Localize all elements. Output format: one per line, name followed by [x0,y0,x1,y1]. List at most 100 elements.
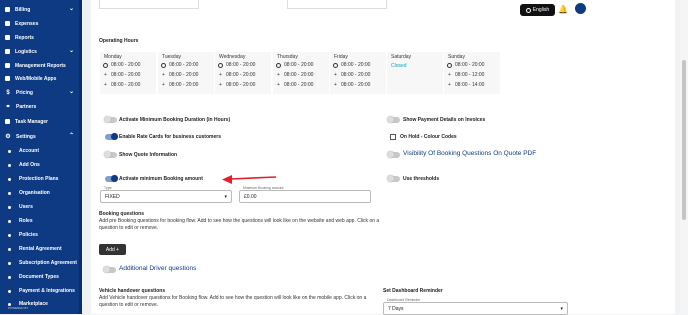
language-label: English [532,7,550,13]
sidebar-item-settings[interactable]: ⚙ Settings ⌃ [0,130,82,143]
plus-icon: + [448,82,451,88]
time-slot: 08:00 - 20:00 [226,82,256,88]
management-reports-icon [5,63,10,68]
sidebar-item-label: Reports [15,34,34,41]
scrollbar-thumb[interactable] [682,60,686,220]
sidebar-item-label: Expenses [15,20,39,27]
visibility-questions-toggle[interactable] [387,151,400,158]
clock-icon [276,62,281,68]
min-duration-toggle[interactable] [104,116,117,123]
dashboard-reminder-label: Dashboard Reminder [386,298,422,302]
sidebar-item-billing[interactable]: Billing ⌄ [0,3,82,16]
sidebar-subitem-payment-integrations[interactable]: Payment & Integrations [0,285,82,297]
sidebar: Billing ⌄ Expenses Reports Logistics ⌄ Man… [0,0,82,314]
rate-cards-label: Enable Rate Cards for business customers [119,134,221,140]
min-amount-toggle[interactable] [105,175,118,182]
sidebar-subitem-document-types[interactable]: Document Types [0,271,82,283]
page-scrollbar[interactable] [680,0,688,314]
rate-cards-toggle[interactable] [105,133,118,140]
type-select-label: Type [103,186,113,190]
type-select[interactable]: FIXED ▾ [100,190,232,203]
sidebar-item-label: Web/Mobile Apps [15,75,57,82]
sidebar-item-label: Management Reports [15,62,66,69]
sidebar-item-partners[interactable]: ⚭ Partners [0,100,82,113]
sidebar-subitem-roles[interactable]: Roles [0,215,82,227]
sidebar-subitem-label: Subscription Agreement [19,260,77,266]
operating-hours-title: Operating Hours [99,38,139,44]
avatar[interactable] [575,3,586,14]
sidebar-subitem-subscription-agreement[interactable]: Subscription Agreement [0,257,82,269]
clock-icon [218,62,223,68]
annotation-arrow-icon [222,175,277,184]
pricing-icon: $ [6,89,10,96]
sidebar-item-web-mobile-apps[interactable]: Web/Mobile Apps [0,72,82,85]
powered-by: POWERED BY [8,306,29,310]
sidebar-scrollbar[interactable] [79,0,82,314]
bullet-icon [8,177,11,181]
top-input-left[interactable] [99,0,199,9]
handshake-icon: ⚭ [5,103,11,110]
on-hold-checkbox[interactable] [390,134,396,140]
additional-driver-toggle[interactable] [103,266,116,273]
closed-label: Closed [391,63,407,69]
sidebar-item-label: Task Manager [15,118,48,125]
sidebar-item-logistics[interactable]: Logistics ⌄ [0,45,82,58]
bullet-icon [8,163,11,167]
sidebar-subitem-organisation[interactable]: Organisation [0,187,82,199]
bullet-icon [8,275,11,279]
visibility-questions-label: Visibility Of Booking Questions On Quote… [403,150,537,157]
min-amount-input[interactable]: £0.00 [239,190,371,203]
day-sunday[interactable]: Sunday 08:00 - 20:00 +08:00 - 12:00 +08:… [444,52,498,94]
time-slot: 08:00 - 20:00 [341,62,371,68]
day-thursday[interactable]: Thursday 08:00 - 20:00 +08:00 - 20:00 +0… [273,52,327,94]
quote-info-toggle[interactable] [104,151,117,158]
sidebar-item-label: Logistics [15,48,37,55]
time-slot: 08:00 - 20:00 [455,62,485,68]
time-slot: 08:00 - 20:00 [341,82,371,88]
thresholds-toggle[interactable] [387,175,400,182]
sidebar-subitem-policies[interactable]: Policies [0,229,82,241]
caret-down-icon: ▾ [560,306,563,312]
day-monday[interactable]: Monday 08:00 - 20:00 +08:00 - 20:00 +08:… [100,52,154,94]
payment-details-toggle[interactable] [387,116,400,123]
sidebar-item-management-reports[interactable]: Management Reports [0,59,82,72]
sidebar-subitem-protection-plans[interactable]: Protection Plans [0,173,82,185]
language-button[interactable]: English [520,4,555,16]
sidebar-subitem-rental-agreement[interactable]: Rental Agreement [0,243,82,255]
bullet-icon [8,261,11,265]
globe-icon [525,7,531,13]
plus-icon: + [277,72,280,78]
time-slot: 08:00 - 20:00 [169,82,199,88]
top-input-right[interactable] [287,0,387,9]
plus-icon: + [277,82,280,88]
sidebar-item-expenses[interactable]: Expenses [0,17,82,30]
add-question-button[interactable]: Add + [99,244,126,255]
time-slot: 08:00 - 20:00 [111,62,141,68]
day-tuesday[interactable]: Tuesday 08:00 - 20:00 +08:00 - 20:00 +08… [158,52,212,94]
chevron-down-icon: ⌄ [68,48,74,54]
time-slot: 08:00 - 14:00 [455,82,485,88]
bell-icon[interactable]: 🔔 [558,4,568,16]
day-friday[interactable]: Friday 08:00 - 20:00 +08:00 - 20:00 +08:… [330,52,384,94]
sidebar-subitem-account[interactable]: Account [0,145,82,157]
sidebar-subitem-users[interactable]: Users [0,201,82,213]
logistics-icon [5,49,10,54]
sidebar-item-pricing[interactable]: $ Pricing ⌄ [0,86,82,99]
additional-driver-label: Additional Driver questions [119,265,197,272]
min-amount-value: £0.00 [244,194,257,200]
sidebar-item-label: Billing [15,6,31,13]
day-wednesday[interactable]: Wednesday 08:00 - 20:00 +08:00 - 20:00 +… [215,52,269,94]
dashboard-reminder-select[interactable]: 7 Days ▾ [383,302,568,315]
vehicle-handover-title: Vehicle handover questions [99,288,166,294]
sidebar-item-task-manager[interactable]: Task Manager [0,115,82,128]
on-hold-label: On Hold - Colour Codes [400,134,457,140]
time-slot: 08:00 - 12:00 [455,72,485,78]
plus-icon: + [104,72,107,78]
gear-icon: ⚙ [5,133,11,140]
sidebar-item-reports[interactable]: Reports [0,31,82,44]
sidebar-subitem-add-ons[interactable]: Add Ons [0,159,82,171]
sidebar-subitem-label: Rental Agreement [19,246,62,252]
day-saturday[interactable]: Saturday Closed [387,52,441,94]
sidebar-subitem-label: Document Types [19,274,59,280]
sidebar-subitem-label: Protection Plans [19,176,59,182]
